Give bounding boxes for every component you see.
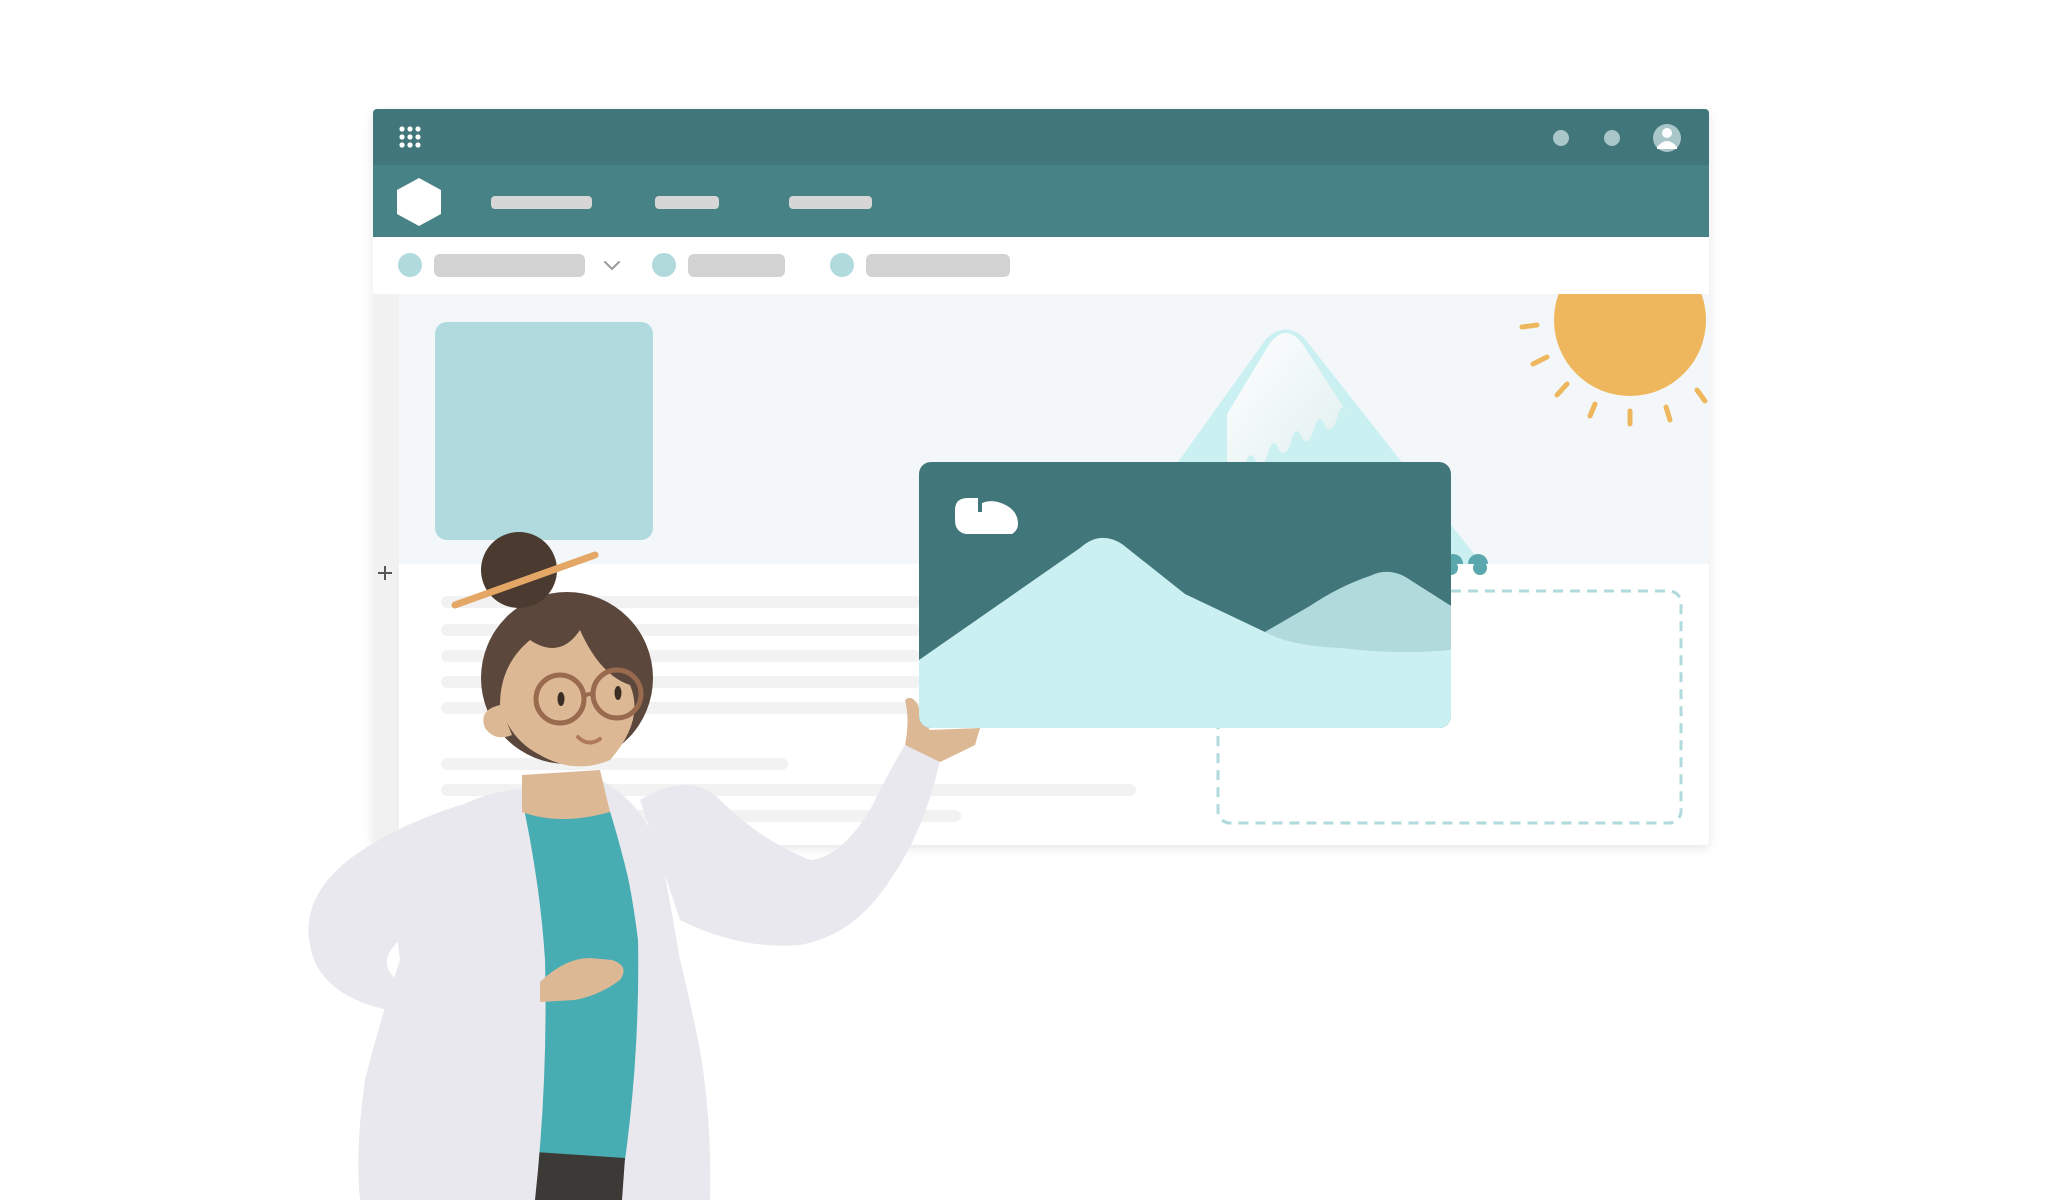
circle-icon[interactable]: [1604, 130, 1620, 146]
illustration-stage: [0, 0, 2048, 1200]
nav-item-2[interactable]: [655, 196, 719, 209]
circle-icon[interactable]: [1553, 130, 1569, 146]
toolbar-dot-3: [830, 253, 854, 277]
nav-item-3[interactable]: [789, 196, 872, 209]
toolbar-item-2[interactable]: [688, 254, 785, 277]
illustration: [308, 109, 1709, 1200]
toolbar-dot-1: [398, 253, 422, 277]
user-icon[interactable]: [1653, 124, 1681, 152]
thumbnail-placeholder[interactable]: [435, 322, 653, 540]
toolbar-select[interactable]: [434, 254, 585, 277]
top-bar: [373, 109, 1709, 165]
image-icon[interactable]: [919, 462, 1451, 728]
toolbar-item-3[interactable]: [866, 254, 1010, 277]
toolbar-dot-2: [652, 253, 676, 277]
nav-item-1[interactable]: [491, 196, 592, 209]
toolbar: [398, 253, 1010, 277]
grid-icon[interactable]: [399, 126, 421, 148]
